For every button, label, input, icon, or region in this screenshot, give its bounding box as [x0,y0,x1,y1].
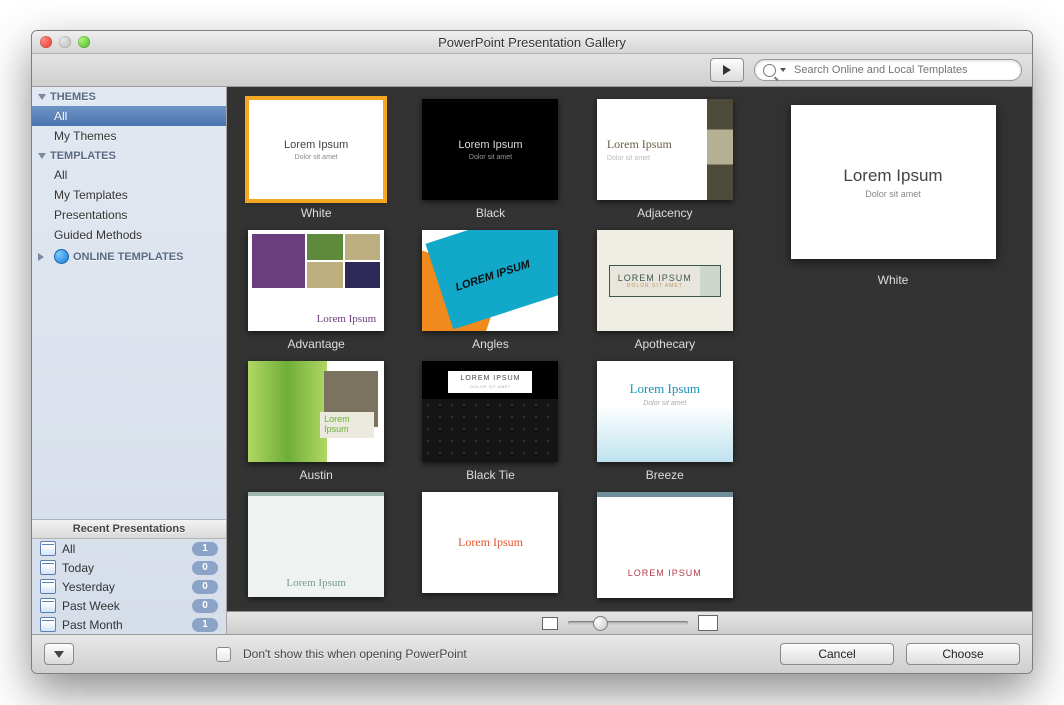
themes-header[interactable]: THEMES [32,87,226,106]
titlebar: PowerPoint Presentation Gallery [32,31,1032,54]
window-title: PowerPoint Presentation Gallery [32,35,1032,50]
count-badge: 0 [192,561,218,575]
sidebar-item-my-templates[interactable]: My Templates [32,185,226,205]
sidebar-item-themes-all[interactable]: All [32,106,226,126]
large-thumb-icon[interactable] [698,615,718,631]
count-badge: 0 [192,599,218,613]
globe-icon [54,249,69,264]
recent-header: Recent Presentations [32,520,226,539]
search-scope-dropdown-icon[interactable] [780,68,786,72]
template-black-tie[interactable]: LOREM IPSUMDOLOR SIT AMETBlack Tie [409,361,571,482]
preview-name: White [878,273,909,287]
sidebar-item-templates-all[interactable]: All [32,165,226,185]
expand-button[interactable] [44,643,74,665]
sidebar-item-my-themes[interactable]: My Themes [32,126,226,146]
toolbar [32,54,1032,87]
chevron-down-icon [54,651,64,658]
slideshow-button[interactable] [710,58,744,82]
preview-thumbnail: Lorem IpsumDolor sit amet [791,105,996,259]
recent-past-month[interactable]: Past Month1 [32,615,226,634]
count-badge: 1 [192,618,218,632]
preview-pane: Lorem IpsumDolor sit amet White [754,87,1032,611]
templates-header[interactable]: TEMPLATES [32,146,226,165]
play-icon [723,65,731,75]
recent-past-week[interactable]: Past Week0 [32,596,226,615]
thumbnail-size-slider[interactable] [568,621,688,625]
calendar-icon [40,598,56,613]
template-breeze[interactable]: Lorem IpsumDolor sit ametBreeze [584,361,746,482]
small-thumb-icon[interactable] [542,617,558,630]
template-row4b[interactable]: Lorem Ipsum [409,492,571,604]
slider-knob[interactable] [593,616,608,631]
template-white[interactable]: Lorem IpsumDolor sit ametWhite [235,99,397,220]
choose-button[interactable]: Choose [906,643,1020,665]
thumbnail-size-bar [227,611,1032,634]
recent-yesterday[interactable]: Yesterday0 [32,577,226,596]
dont-show-label: Don't show this when opening PowerPoint [243,647,467,661]
template-row4c[interactable]: LOREM IPSUM [584,492,746,604]
recent-all[interactable]: All1 [32,539,226,558]
bottom-bar: Don't show this when opening PowerPoint … [32,634,1032,673]
search-input[interactable] [792,63,1013,77]
template-adjacency[interactable]: Lorem IpsumDolor sit ametAdjacency [584,99,746,220]
count-badge: 1 [192,542,218,556]
search-field[interactable] [754,59,1022,81]
calendar-icon [40,617,56,632]
template-apothecary[interactable]: LOREM IPSUMDOLOR SIT AMETApothecary [584,230,746,351]
calendar-icon [40,541,56,556]
template-black[interactable]: Lorem IpsumDolor sit ametBlack [409,99,571,220]
sidebar-item-guided-methods[interactable]: Guided Methods [32,225,226,245]
cancel-button[interactable]: Cancel [780,643,894,665]
disclosure-icon [38,153,46,159]
template-austin[interactable]: Lorem IpsumAustin [235,361,397,482]
disclosure-icon [38,253,48,261]
dont-show-checkbox[interactable] [216,647,231,662]
disclosure-icon [38,94,46,100]
calendar-icon [40,560,56,575]
recent-presentations: Recent Presentations All1 Today0 Yesterd… [32,519,226,634]
calendar-icon [40,579,56,594]
online-templates-header[interactable]: ONLINE TEMPLATES [32,245,226,267]
sidebar: THEMES All My Themes TEMPLATES All My Te… [32,87,227,634]
sidebar-item-presentations[interactable]: Presentations [32,205,226,225]
recent-today[interactable]: Today0 [32,558,226,577]
template-angles[interactable]: LOREM IPSUMAngles [409,230,571,351]
template-row4a[interactable]: Lorem Ipsum [235,492,397,604]
gallery-window: PowerPoint Presentation Gallery THEMES A… [31,30,1033,674]
template-grid[interactable]: Lorem IpsumDolor sit ametWhite Lorem Ips… [227,87,754,611]
count-badge: 0 [192,580,218,594]
search-icon [763,64,776,77]
template-advantage[interactable]: Lorem IpsumAdvantage [235,230,397,351]
